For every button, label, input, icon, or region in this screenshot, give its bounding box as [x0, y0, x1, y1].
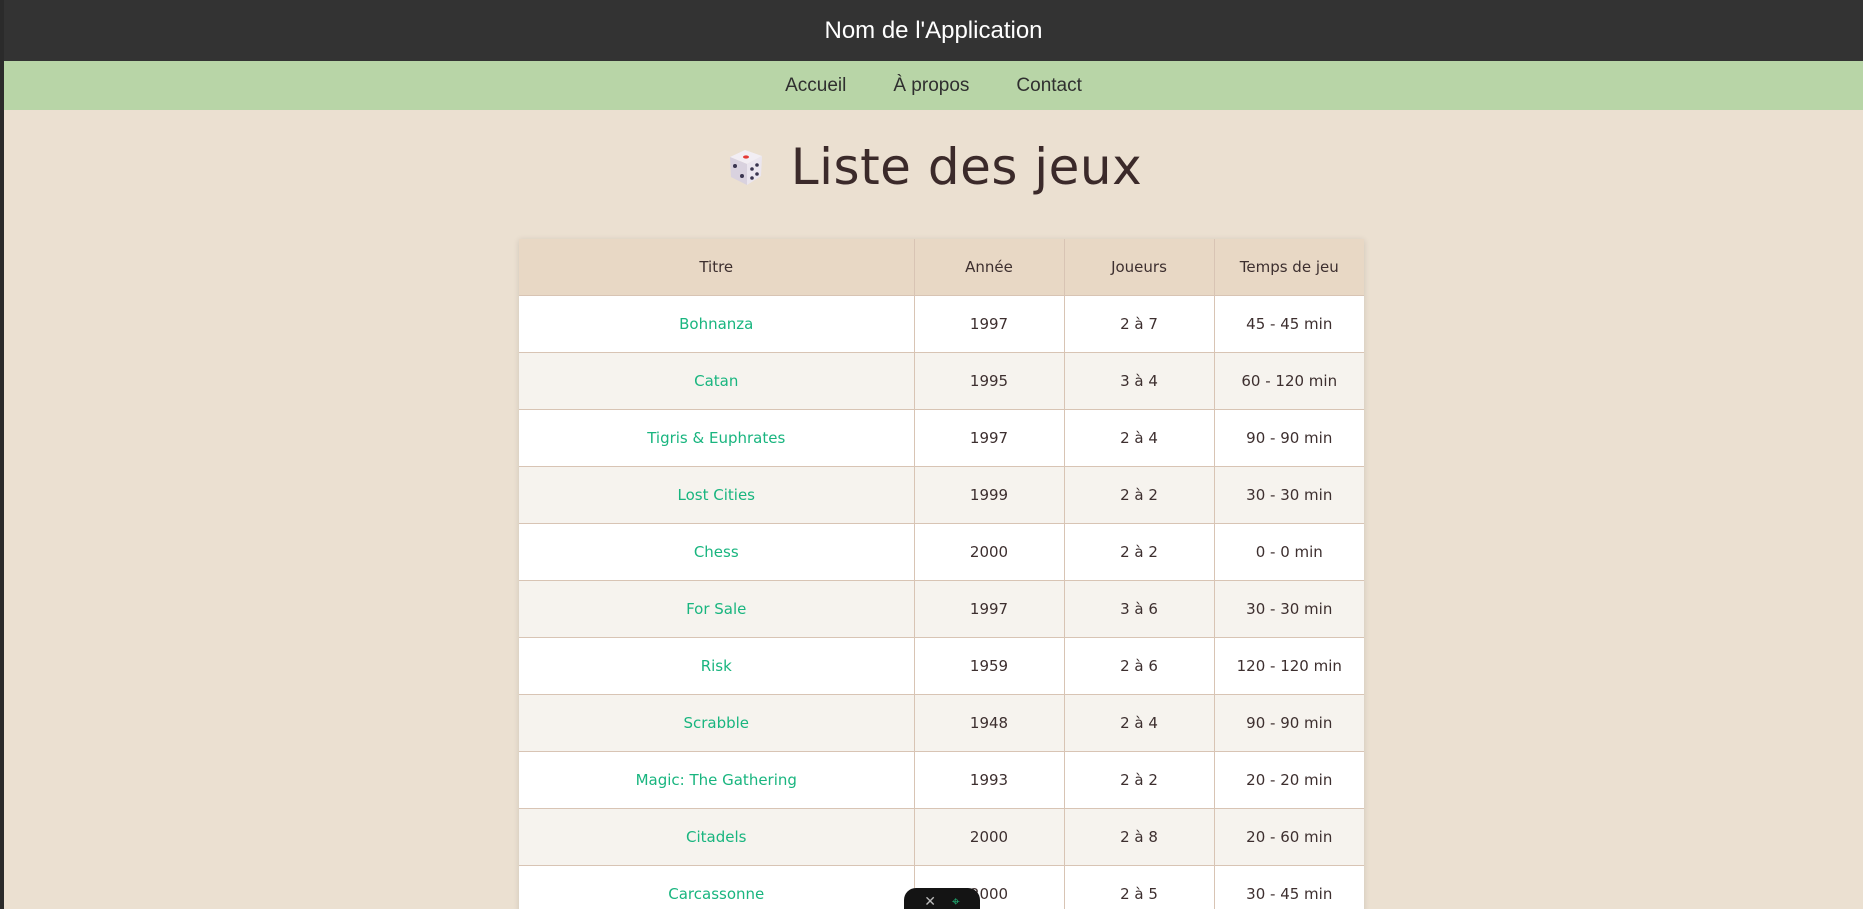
cell-time: 120 - 120 min [1214, 637, 1364, 695]
game-link[interactable]: Scrabble [683, 714, 749, 732]
app-title: Nom de l'Application [824, 16, 1043, 44]
cell-time: 0 - 0 min [1214, 523, 1364, 581]
cell-title: Scrabble [519, 694, 915, 752]
cell-time: 45 - 45 min [1214, 295, 1364, 353]
cell-players: 2 à 2 [1064, 466, 1215, 524]
cell-year: 1999 [914, 466, 1065, 524]
column-header-annee: Année [914, 239, 1065, 296]
game-link[interactable]: Lost Cities [678, 486, 755, 504]
app-header: Nom de l'Application [4, 0, 1863, 61]
cell-title: Carcassonne [519, 865, 915, 909]
cell-time: 30 - 30 min [1214, 580, 1364, 638]
table-row: Catan 1995 3 à 4 60 - 120 min [519, 352, 1364, 410]
nav-item-accueil[interactable]: Accueil [785, 75, 846, 97]
game-link[interactable]: Carcassonne [668, 885, 764, 903]
games-table: Titre Année Joueurs Temps de jeu Bohnanz… [519, 239, 1364, 909]
cell-players: 3 à 6 [1064, 580, 1215, 638]
cell-time: 30 - 45 min [1214, 865, 1364, 909]
table-row: Risk 1959 2 à 6 120 - 120 min [519, 637, 1364, 695]
cell-time: 90 - 90 min [1214, 694, 1364, 752]
game-link[interactable]: Bohnanza [679, 315, 753, 333]
table-header-row: Titre Année Joueurs Temps de jeu [519, 239, 1364, 296]
games-table-container: Titre Année Joueurs Temps de jeu Bohnanz… [519, 239, 1364, 909]
cell-year: 1993 [914, 751, 1065, 809]
cell-players: 2 à 8 [1064, 808, 1215, 866]
game-link[interactable]: Risk [701, 657, 732, 675]
nav-item-contact[interactable]: Contact [1016, 75, 1081, 97]
game-link[interactable]: For Sale [686, 600, 746, 618]
cell-title: Tigris & Euphrates [519, 409, 915, 467]
cell-year: 1997 [914, 409, 1065, 467]
cell-players: 2 à 4 [1064, 694, 1215, 752]
cell-title: Risk [519, 637, 915, 695]
page: Nom de l'Application Accueil À propos Co… [0, 0, 1863, 909]
cell-title: For Sale [519, 580, 915, 638]
cell-year: 1959 [914, 637, 1065, 695]
window-edge [0, 0, 4, 909]
cell-time: 30 - 30 min [1214, 466, 1364, 524]
floating-dev-toolbar[interactable]: ✕ ⌖ [904, 888, 980, 909]
game-link[interactable]: Catan [694, 372, 738, 390]
nav-item-a-propos[interactable]: À propos [893, 75, 969, 97]
cell-title: Citadels [519, 808, 915, 866]
cell-players: 2 à 2 [1064, 523, 1215, 581]
x-icon[interactable]: ✕ [924, 894, 936, 908]
column-header-joueurs: Joueurs [1064, 239, 1215, 296]
page-title-text: Liste des jeux [790, 138, 1143, 196]
cell-year: 1997 [914, 580, 1065, 638]
game-link[interactable]: Citadels [686, 828, 746, 846]
cell-title: Catan [519, 352, 915, 410]
cell-players: 2 à 5 [1064, 865, 1215, 909]
target-icon[interactable]: ⌖ [952, 894, 960, 908]
cell-year: 2000 [914, 523, 1065, 581]
table-row: For Sale 1997 3 à 6 30 - 30 min [519, 580, 1364, 638]
column-header-temps: Temps de jeu [1214, 239, 1364, 296]
cell-year: 1995 [914, 352, 1065, 410]
cell-title: Bohnanza [519, 295, 915, 353]
cell-time: 90 - 90 min [1214, 409, 1364, 467]
game-link[interactable]: Tigris & Euphrates [647, 429, 785, 447]
cell-players: 3 à 4 [1064, 352, 1215, 410]
main-nav: Accueil À propos Contact [4, 61, 1863, 110]
cell-players: 2 à 6 [1064, 637, 1215, 695]
table-row: Magic: The Gathering 1993 2 à 2 20 - 20 … [519, 751, 1364, 809]
cell-title: Chess [519, 523, 915, 581]
cell-title: Magic: The Gathering [519, 751, 915, 809]
cell-time: 20 - 20 min [1214, 751, 1364, 809]
table-row: Lost Cities 1999 2 à 2 30 - 30 min [519, 466, 1364, 524]
column-header-titre: Titre [519, 239, 915, 296]
game-link[interactable]: Chess [694, 543, 739, 561]
table-row: Scrabble 1948 2 à 4 90 - 90 min [519, 694, 1364, 752]
cell-year: 2000 [914, 808, 1065, 866]
page-title: Liste des jeux [0, 138, 1863, 196]
cell-year: 1948 [914, 694, 1065, 752]
cell-players: 2 à 2 [1064, 751, 1215, 809]
table-row: Citadels 2000 2 à 8 20 - 60 min [519, 808, 1364, 866]
table-row: Tigris & Euphrates 1997 2 à 4 90 - 90 mi… [519, 409, 1364, 467]
cell-title: Lost Cities [519, 466, 915, 524]
cell-time: 20 - 60 min [1214, 808, 1364, 866]
cell-players: 2 à 7 [1064, 295, 1215, 353]
table-row: Chess 2000 2 à 2 0 - 0 min [519, 523, 1364, 581]
table-row: Bohnanza 1997 2 à 7 45 - 45 min [519, 295, 1364, 353]
cell-year: 1997 [914, 295, 1065, 353]
cell-players: 2 à 4 [1064, 409, 1215, 467]
cell-time: 60 - 120 min [1214, 352, 1364, 410]
dice-icon [729, 150, 762, 185]
game-link[interactable]: Magic: The Gathering [636, 771, 797, 789]
